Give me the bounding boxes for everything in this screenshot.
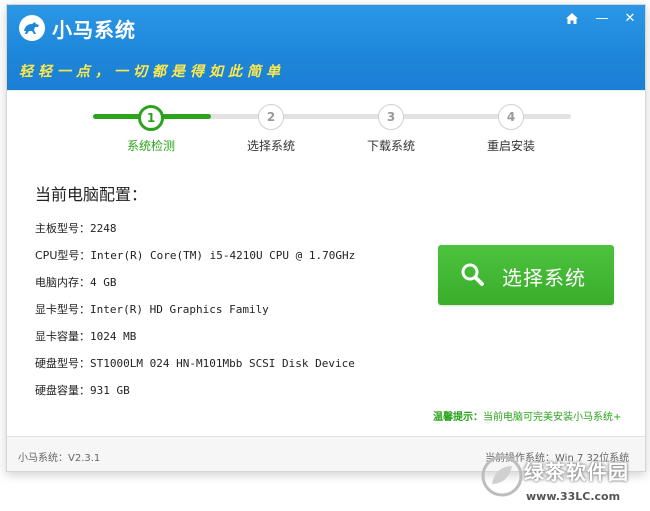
header: 小马系统 轻轻一点，一切都是得如此简单 — ✕ <box>7 5 645 90</box>
info-row-mainboard: 主板型号：2248 <box>35 220 117 236</box>
info-row-memory: 电脑内存：4 GB <box>35 274 117 290</box>
step-1-circle: 1 <box>138 105 164 131</box>
tip-text: 当前电脑可完美安装小马系统+ <box>483 412 622 423</box>
home-button[interactable] <box>561 9 583 29</box>
step-4-circle: 4 <box>498 104 524 130</box>
app-title: 小马系统 <box>52 18 136 42</box>
minimize-button[interactable]: — <box>591 9 613 29</box>
info-value: 931 GB <box>90 384 130 397</box>
close-icon: ✕ <box>624 11 636 26</box>
config-title: 当前电脑配置： <box>35 185 148 204</box>
info-label: 主板型号： <box>35 222 90 235</box>
info-label: 硬盘型号： <box>35 357 90 370</box>
tip-label: 温馨提示： <box>433 412 483 423</box>
watermark: 绿茶软件园 www.33LC.com <box>478 452 650 510</box>
info-label: 显卡容量： <box>35 330 90 343</box>
info-row-cpu: CPU型号：Inter(R) Core(TM) i5-4210U CPU @ 1… <box>35 247 355 263</box>
step-4-label: 重启安装 <box>486 139 535 153</box>
info-value: ST1000LM 024 HN-M101Mbb SCSI Disk Device <box>90 357 355 370</box>
info-label: 电脑内存： <box>35 276 90 289</box>
step-3-circle: 3 <box>378 104 404 130</box>
progress-stepper: 1 2 3 4 系统检测 选择系统 下载系统 重启安装 <box>7 97 645 167</box>
horse-logo-icon <box>19 15 45 41</box>
step-2-label: 选择系统 <box>246 139 295 153</box>
info-value: 2248 <box>90 222 117 235</box>
slogan: 轻轻一点，一切都是得如此简单 <box>19 64 285 80</box>
info-label: 硬盘容量： <box>35 384 90 397</box>
info-row-disk-model: 硬盘型号：ST1000LM 024 HN-M101Mbb SCSI Disk D… <box>35 355 355 371</box>
header-divider <box>7 90 645 91</box>
tip: 温馨提示：当前电脑可完美安装小马系统+ <box>433 408 621 423</box>
info-row-gpu-memory: 显卡容量：1024 MB <box>35 328 136 344</box>
watermark-text: 绿茶软件园 <box>524 460 629 484</box>
info-value: 4 GB <box>90 276 117 289</box>
step-1-label: 系统检测 <box>126 139 175 153</box>
leaf-logo-icon <box>481 455 523 497</box>
info-value: 1024 MB <box>90 330 137 343</box>
info-label: CPU型号： <box>35 249 91 262</box>
watermark-url: www.33LC.com <box>526 490 621 503</box>
minimize-icon: — <box>595 11 609 26</box>
select-system-button[interactable]: 选择系统 <box>438 245 614 305</box>
info-value: Inter(R) Core(TM) i5-4210U CPU @ 1.70GHz <box>90 249 356 262</box>
info-value: Inter(R) HD Graphics Family <box>90 303 269 316</box>
app-window: 小马系统 轻轻一点，一切都是得如此简单 — ✕ 1 2 3 4 系统检测 选择系… <box>6 4 646 472</box>
close-button[interactable]: ✕ <box>619 9 641 29</box>
step-3-label: 下载系统 <box>366 139 415 153</box>
info-row-gpu: 显卡型号：Inter(R) HD Graphics Family <box>35 301 269 317</box>
version-text: 小马系统：V2.3.1 <box>18 453 101 464</box>
home-icon <box>566 13 578 24</box>
step-2-circle: 2 <box>258 104 284 130</box>
info-label: 显卡型号： <box>35 303 90 316</box>
info-row-disk-capacity: 硬盘容量：931 GB <box>35 382 130 398</box>
search-icon <box>461 263 484 286</box>
select-system-button-label: 选择系统 <box>502 266 586 290</box>
